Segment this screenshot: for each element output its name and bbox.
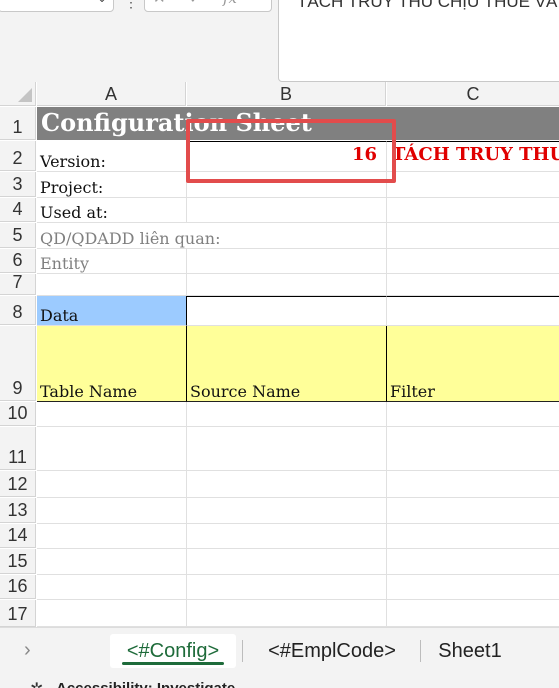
tab-divider (420, 640, 421, 662)
cell-c8[interactable] (387, 296, 559, 326)
row-header-5[interactable]: 5 (0, 223, 36, 248)
cell-b11[interactable] (187, 427, 387, 471)
cell-c11[interactable] (387, 427, 559, 471)
cell-a6[interactable]: Entity (37, 249, 187, 274)
chevron-right-icon[interactable]: › (24, 639, 31, 662)
tab-divider (242, 640, 243, 662)
cell-b16[interactable] (187, 575, 387, 600)
version-note: TÁCH TRUY THU (392, 144, 559, 165)
header-table-name[interactable]: Table Name (37, 326, 187, 402)
enter-icon[interactable]: ✓ (189, 0, 202, 7)
cell-b4[interactable] (187, 198, 387, 223)
active-tab-underline (122, 662, 224, 665)
cell-b10[interactable] (187, 402, 387, 427)
status-bar: ✲ Accessibility: Investigate (0, 675, 559, 688)
row-header-15[interactable]: 15 (0, 549, 36, 574)
cell-b17[interactable] (187, 600, 387, 627)
tab-config-label: <#Config> (126, 640, 220, 662)
row-header-17[interactable]: 17 (0, 600, 36, 627)
column-header-b[interactable]: B (187, 82, 386, 106)
row-header-10[interactable]: 10 (0, 402, 36, 426)
cancel-icon[interactable]: ✕ (153, 0, 166, 7)
cell-b14[interactable] (187, 524, 387, 549)
formula-controls: ✕ ✓ fx (144, 0, 272, 12)
row-header-13[interactable]: 13 (0, 498, 36, 523)
accessibility-icon[interactable]: ✲ (30, 679, 43, 688)
cell-c3[interactable] (387, 172, 559, 198)
row-header-12[interactable]: 12 (0, 471, 36, 497)
header-source-name[interactable]: Source Name (187, 326, 387, 402)
cell-b7[interactable] (187, 274, 387, 296)
row-header-7[interactable]: 7 (0, 272, 36, 295)
formula-bar-area: ⌄ ⋮ ✕ ✓ fx TÁCH TRUY THU CHỊU THUẾ VÀ (0, 0, 559, 82)
cell-b15[interactable] (187, 549, 387, 575)
cell-a14[interactable] (37, 524, 187, 549)
tab-config[interactable]: <#Config> (110, 634, 236, 668)
cell-b13[interactable] (187, 498, 387, 524)
name-box[interactable]: ⌄ (0, 0, 114, 12)
cell-b5[interactable] (187, 223, 387, 249)
accessibility-status[interactable]: Accessibility: Investigate (56, 680, 235, 688)
row-header-11[interactable]: 11 (0, 427, 36, 470)
select-all-button[interactable] (0, 82, 36, 106)
formula-input[interactable]: TÁCH TRUY THU CHỊU THUẾ VÀ (278, 0, 559, 82)
highlight-box (186, 119, 396, 183)
more-icon[interactable]: ⋮ (124, 0, 138, 11)
cell-c12[interactable] (387, 471, 559, 498)
cell-c5[interactable] (387, 223, 559, 249)
cell-b12[interactable] (187, 471, 387, 498)
cell-c16[interactable] (387, 575, 559, 600)
cell-a10[interactable] (37, 402, 187, 427)
row-header-1[interactable]: 1 (0, 107, 36, 140)
cell-a13[interactable] (37, 498, 187, 524)
column-header-c[interactable]: C (387, 82, 559, 106)
cell-c14[interactable] (387, 524, 559, 549)
row-header-9[interactable]: 9 (0, 326, 36, 401)
row-header-4[interactable]: 4 (0, 198, 36, 222)
cell-c7[interactable] (387, 274, 559, 296)
cell-c6[interactable] (387, 249, 559, 274)
cell-a15[interactable] (37, 549, 187, 575)
cell-a3[interactable]: Project: (37, 172, 187, 198)
cell-a4[interactable]: Used at: (37, 198, 187, 223)
tab-sheet1[interactable]: Sheet1 (428, 634, 512, 668)
row-header-3[interactable]: 3 (0, 172, 36, 197)
cell-c13[interactable] (387, 498, 559, 524)
cell-a11[interactable] (37, 427, 187, 471)
chevron-down-icon[interactable]: ⌄ (97, 0, 107, 5)
tab-emplcode[interactable]: <#EmplCode> (252, 634, 412, 668)
cell-a12[interactable] (37, 471, 187, 498)
cell-a16[interactable] (37, 575, 187, 600)
row-header-14[interactable]: 14 (0, 524, 36, 548)
cell-a17[interactable] (37, 600, 187, 627)
cell-b8[interactable] (187, 296, 387, 326)
cell-a5[interactable]: QD/QDADD liên quan: (37, 223, 220, 249)
cell-a8-data[interactable]: Data (37, 296, 187, 326)
row-header-2[interactable]: 2 (0, 141, 36, 171)
cell-b6[interactable] (187, 249, 387, 274)
function-icon[interactable]: fx (223, 0, 237, 7)
cell-a7[interactable] (37, 274, 187, 296)
sheet-tab-bar: › <#Config> <#EmplCode> Sheet1 (0, 627, 559, 675)
cell-c15[interactable] (387, 549, 559, 575)
row-header-8[interactable]: 8 (0, 296, 36, 325)
header-filter[interactable]: Filter (387, 326, 559, 402)
row-header-16[interactable]: 16 (0, 575, 36, 599)
cell-c17[interactable] (387, 600, 559, 627)
row-header-6[interactable]: 6 (0, 249, 36, 273)
column-header-a[interactable]: A (37, 82, 186, 106)
cell-c10[interactable] (387, 402, 559, 427)
cell-a2[interactable]: Version: (37, 141, 187, 172)
spreadsheet-grid[interactable]: A B C 1 2 3 4 5 6 7 8 9 10 11 12 13 14 1… (0, 82, 559, 627)
cell-c4[interactable] (387, 198, 559, 223)
